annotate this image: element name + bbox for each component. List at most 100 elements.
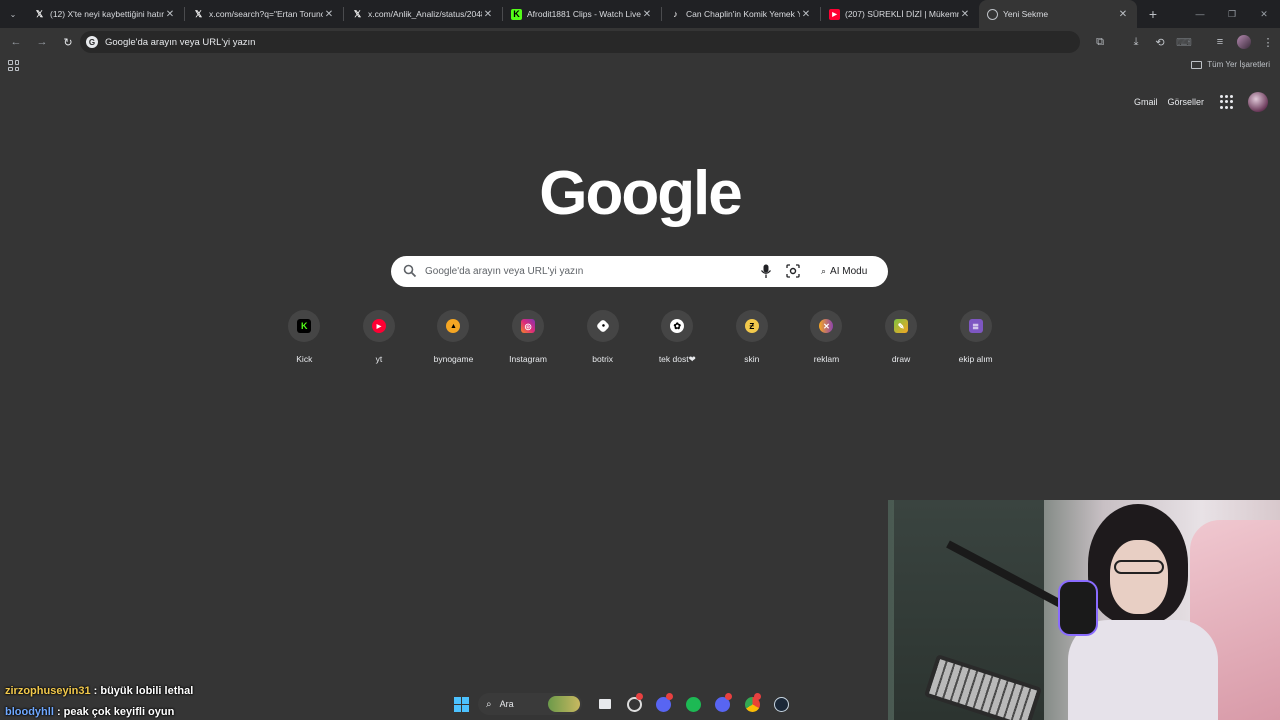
taskbar-app-discord-2[interactable] xyxy=(708,690,738,718)
ai-mode-button[interactable]: ⌕ AI Modu xyxy=(813,262,875,281)
tab-strip: ⌄ 𝕏 (12) X'te neyi kaybettiğini hatırl ✕… xyxy=(0,0,1280,28)
google-icon: G xyxy=(86,36,98,48)
taskbar-app-chrome[interactable] xyxy=(738,690,768,718)
google-account-avatar[interactable] xyxy=(1248,92,1268,112)
reklam-icon: ✕ xyxy=(819,319,834,333)
shortcut-icon-container: K xyxy=(288,310,321,342)
taskbar-app-obs[interactable] xyxy=(620,690,650,718)
shortcut-icon-container: ◎ xyxy=(512,310,545,342)
download-icon: ⤓ xyxy=(1133,35,1139,48)
close-icon[interactable]: ✕ xyxy=(482,9,494,20)
close-window-button[interactable]: ✕ xyxy=(1248,0,1280,28)
shortcut-icon-container: ● xyxy=(586,310,619,342)
taskbar-search[interactable]: ⌕ Ara xyxy=(478,693,582,715)
chrome-icon xyxy=(987,8,998,20)
shortcut-label: Instagram xyxy=(509,354,547,364)
tab-title: (207) SÜREKLİ DİZİ | Mükemme xyxy=(845,9,959,19)
shortcut-icon-container: ▲ xyxy=(437,310,470,342)
close-icon[interactable]: ✕ xyxy=(959,9,971,20)
tab-2[interactable]: 𝕏 x.com/Anlik_Analiz/status/2048 ✕ xyxy=(344,0,502,28)
shortcut-label: ekip alım xyxy=(958,354,993,364)
taskbar-app-discord[interactable] xyxy=(649,690,679,718)
tab-4[interactable]: ♪ Can Chaplin'in Komik Yemek Yi ✕ xyxy=(662,0,820,28)
close-icon[interactable]: ✕ xyxy=(1117,9,1129,20)
tab-search-button[interactable]: ⌄ xyxy=(0,0,26,28)
shortcut-label: yt xyxy=(375,354,383,364)
tab-list-button[interactable]: ≡ xyxy=(1208,30,1232,54)
x-icon: 𝕏 xyxy=(35,8,44,19)
tab-title: Afrodit1881 Clips - Watch Live xyxy=(527,9,641,19)
tiktok-icon: ♪ xyxy=(673,9,678,19)
close-icon[interactable]: ✕ xyxy=(800,9,812,20)
search-icon: ⌕ xyxy=(486,698,492,710)
taskbar-app-spotify[interactable] xyxy=(679,690,709,718)
windows-start-icon[interactable] xyxy=(454,696,469,712)
shortcut-draw[interactable]: ✎ draw xyxy=(864,310,939,365)
profile-button[interactable] xyxy=(1232,30,1256,54)
shortcut-bynogame[interactable]: ▲ bynogame xyxy=(416,310,491,365)
chat-text: büyük lobili lethal xyxy=(100,685,194,697)
shortcut-reklam[interactable]: ✕ reklam xyxy=(789,310,864,365)
apps-shortcut-icon[interactable] xyxy=(8,60,19,71)
shortcut-icon-container: Ƶ xyxy=(735,310,768,342)
tab-title: Yeni Sekme xyxy=(1003,9,1049,19)
all-bookmarks-label: Tüm Yer İşaretleri xyxy=(1207,60,1270,69)
shortcut-instagram[interactable]: ◎ Instagram xyxy=(491,310,566,365)
search-box[interactable]: Google'da arayın veya URL'yi yazın ⌕ AI … xyxy=(391,256,888,287)
shortcut-ekip-alim[interactable]: ≣ ekip alım xyxy=(938,310,1013,365)
gmail-link[interactable]: Gmail xyxy=(1134,97,1158,107)
shortcut-yt[interactable]: ▶ yt xyxy=(342,310,417,365)
close-icon[interactable]: ✕ xyxy=(164,9,176,20)
tab-1[interactable]: 𝕏 x.com/search?q="Ertan Torunog ✕ xyxy=(185,0,343,28)
chat-text: peak çok keyifli oyun xyxy=(63,706,175,718)
all-bookmarks-button[interactable]: Tüm Yer İşaretleri xyxy=(1191,60,1270,69)
plus-icon: + xyxy=(1148,6,1158,22)
reload-button[interactable]: ↻ xyxy=(56,30,80,54)
shortcut-skin[interactable]: Ƶ skin xyxy=(715,310,790,365)
task-view-button[interactable] xyxy=(590,690,620,718)
new-tab-button[interactable]: + xyxy=(1141,6,1165,22)
history-icon: ⟲ xyxy=(1155,36,1165,49)
microphone-icon[interactable] xyxy=(760,264,772,279)
instagram-icon: ◎ xyxy=(521,319,536,333)
translate-icon: ⌨ xyxy=(1176,36,1192,49)
close-icon[interactable]: ✕ xyxy=(323,9,335,20)
shortcut-label: draw xyxy=(891,354,911,364)
address-bar[interactable]: G Google'da arayın veya URL'yi yazın xyxy=(80,31,1080,53)
youtube-icon: ▶ xyxy=(829,8,840,20)
back-button[interactable]: ← xyxy=(4,30,28,54)
minimize-button[interactable]: — xyxy=(1184,0,1216,28)
forward-button[interactable]: → xyxy=(30,30,54,54)
tab-0[interactable]: 𝕏 (12) X'te neyi kaybettiğini hatırl ✕ xyxy=(26,0,184,28)
extensions-button[interactable]: ⧉ xyxy=(1088,30,1112,54)
kebab-menu-icon: ⋮ xyxy=(1262,36,1274,49)
downloads-button[interactable]: ⤓ xyxy=(1124,30,1148,54)
youtube-icon: ▶ xyxy=(371,319,386,333)
shortcut-tek-dost[interactable]: ✿ tek dost❤ xyxy=(640,310,715,365)
translate-button[interactable]: ⌨ xyxy=(1172,30,1196,54)
shortcut-botrix[interactable]: ● botrix xyxy=(565,310,640,365)
address-bar-text: Google'da arayın veya URL'yi yazın xyxy=(105,36,256,48)
tab-title: x.com/search?q="Ertan Torunog xyxy=(209,9,323,19)
notification-badge xyxy=(724,693,732,700)
shortcut-kick[interactable]: K Kick xyxy=(267,310,342,365)
notification-badge xyxy=(754,693,761,700)
google-apps-icon[interactable] xyxy=(1220,95,1234,109)
google-lens-icon[interactable] xyxy=(786,264,800,278)
chat-separator: : xyxy=(53,706,64,718)
webcam-streamer-glasses xyxy=(1114,560,1164,574)
tab-3[interactable]: K Afrodit1881 Clips - Watch Live ✕ xyxy=(503,0,661,28)
tab-5[interactable]: ▶ (207) SÜREKLİ DİZİ | Mükemme ✕ xyxy=(821,0,979,28)
restore-button[interactable]: ❐ xyxy=(1216,0,1248,28)
images-link[interactable]: Görseller xyxy=(1167,97,1204,107)
close-icon[interactable]: ✕ xyxy=(641,9,653,20)
taskbar-app-steam[interactable] xyxy=(767,690,797,718)
shortcut-icon-container: ✎ xyxy=(885,310,918,342)
history-button[interactable]: ⟲ xyxy=(1148,30,1172,54)
bynogame-icon: ▲ xyxy=(446,319,461,333)
menu-button[interactable]: ⋮ xyxy=(1256,30,1280,54)
tab-6-active[interactable]: Yeni Sekme ✕ xyxy=(979,0,1137,28)
shortcut-icon-container: ✿ xyxy=(661,310,694,342)
puzzle-icon: ⧉ xyxy=(1096,35,1104,48)
search-icon xyxy=(403,264,417,278)
